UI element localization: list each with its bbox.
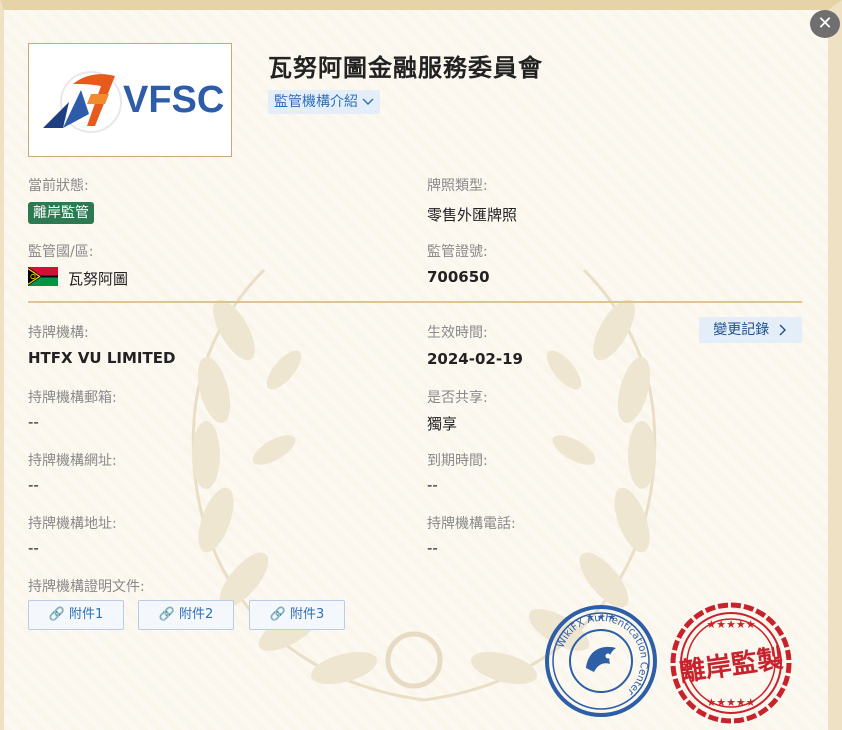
license-number-value: 700650 (427, 268, 490, 286)
email-value: -- (28, 413, 39, 431)
license-type-value: 零售外匯牌照 (427, 206, 518, 224)
link-icon: 🔗 (269, 607, 286, 622)
shared-label: 是否共享: (427, 390, 488, 406)
email-label: 持牌機構郵箱: (28, 390, 117, 406)
documents-label: 持牌機構證明文件: (28, 579, 145, 595)
phone-value: -- (427, 539, 438, 557)
effective-date-label: 生效時間: (427, 325, 488, 341)
effective-date-value: 2024-02-19 (427, 350, 523, 368)
vanuatu-flag-icon (28, 267, 58, 286)
shared-value: 獨享 (427, 415, 458, 433)
attachment-label: 附件2 (179, 607, 214, 622)
chevron-right-icon (779, 324, 786, 336)
holder-label: 持牌機構: (28, 325, 89, 341)
website-value: -- (28, 476, 39, 494)
attachment-label: 附件3 (290, 607, 325, 622)
wikifx-authentication-stamp: WikiFX Authentication Center ★ ★ ★ (545, 605, 657, 717)
license-type-label: 牌照類型: (427, 178, 488, 194)
change-log-label: 變更記錄 (713, 322, 770, 338)
website-label: 持牌機構網址: (28, 453, 117, 469)
status-label: 當前狀態: (28, 178, 89, 194)
expiry-label: 到期時間: (427, 453, 488, 469)
expiry-value: -- (427, 476, 438, 494)
address-value: -- (28, 539, 39, 557)
svg-text:★ ★ ★: ★ ★ ★ (586, 613, 616, 623)
region-value: 瓦努阿圖 (68, 270, 129, 288)
offshore-stamp-text: 離岸監製 (678, 643, 785, 688)
offshore-stamp: ★★★★★ ★★★★★ 離岸監製 (670, 602, 792, 724)
svg-text:★★★★★: ★★★★★ (706, 618, 755, 631)
chevron-down-icon (362, 98, 374, 105)
logo-text: VFSC (123, 79, 225, 121)
intro-label: 監管機構介紹 (274, 94, 358, 110)
change-log-button[interactable]: 變更記錄 (699, 317, 802, 343)
section-divider (28, 301, 802, 303)
regulator-intro-button[interactable]: 監管機構介紹 (268, 90, 381, 114)
license-number-label: 監管證號: (427, 244, 488, 260)
phone-label: 持牌機構電話: (427, 516, 516, 532)
attachment-1-button[interactable]: 🔗 附件1 (28, 600, 124, 630)
license-card: ✕ VFSC 瓦努阿圖金融服務委員會 監管機構介紹 當前狀態: 離岸監管 牌照類… (0, 0, 842, 730)
region-label: 監管國/區: (28, 244, 94, 260)
regulator-name: 瓦努阿圖金融服務委員會 (268, 54, 543, 82)
link-icon: 🔗 (158, 607, 175, 622)
attachment-2-button[interactable]: 🔗 附件2 (138, 600, 234, 630)
holder-value: HTFX VU LIMITED (28, 349, 176, 367)
regulator-logo: VFSC (28, 43, 232, 157)
link-icon: 🔗 (48, 607, 65, 622)
attachment-label: 附件1 (69, 607, 104, 622)
status-badge: 離岸監管 (28, 202, 94, 224)
svg-text:★★★★★: ★★★★★ (706, 696, 755, 709)
attachment-3-button[interactable]: 🔗 附件3 (249, 600, 345, 630)
close-icon: ✕ (817, 13, 833, 34)
close-button[interactable]: ✕ (810, 10, 840, 38)
address-label: 持牌機構地址: (28, 516, 117, 532)
